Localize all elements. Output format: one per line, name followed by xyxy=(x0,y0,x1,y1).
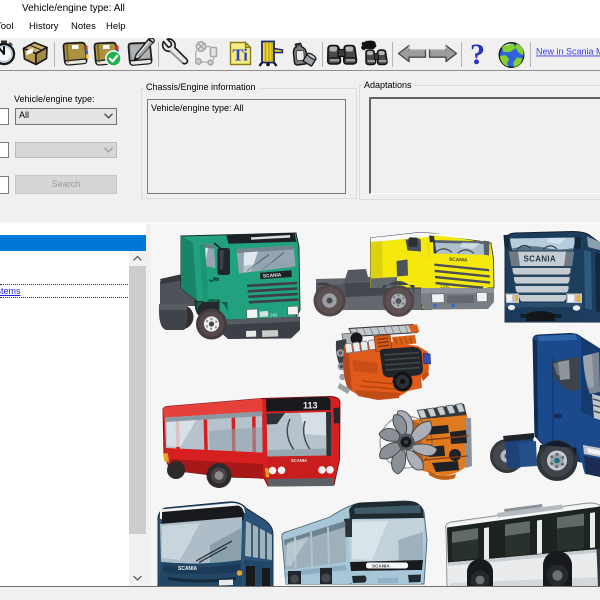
svg-text:New in Scania Multi: New in Scania Multi xyxy=(536,47,600,57)
svg-text:Ti: Ti xyxy=(233,46,249,65)
svg-text:?: ? xyxy=(470,38,485,70)
svg-text:113: 113 xyxy=(303,401,318,411)
svg-text:SCANIA: SCANIA xyxy=(178,566,198,572)
svg-text:SCANIA: SCANIA xyxy=(372,564,390,569)
svg-text:SCANIA: SCANIA xyxy=(291,458,307,463)
svg-text:420: 420 xyxy=(476,285,484,290)
svg-text:SCANIA: SCANIA xyxy=(524,255,556,264)
svg-text:SCANIA: SCANIA xyxy=(449,257,468,264)
svg-text:143: 143 xyxy=(270,313,278,318)
svg-text:124L: 124L xyxy=(440,284,450,289)
